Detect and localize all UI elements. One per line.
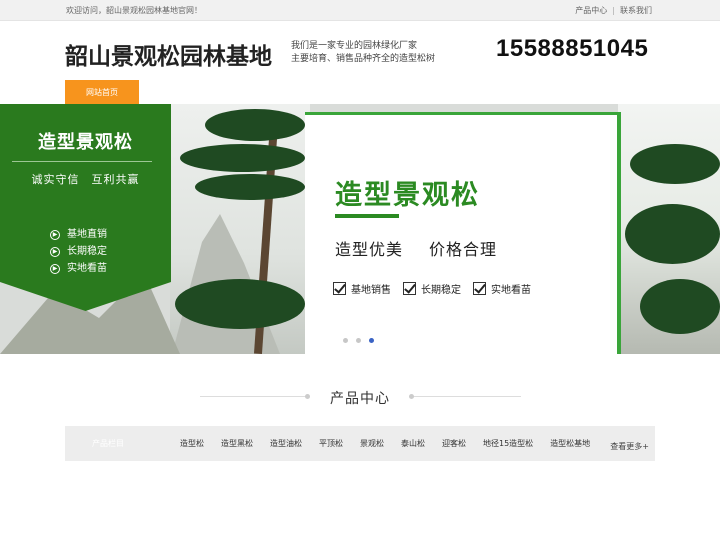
site-slogan: 我们是一家专业的园林绿化厂家 主要培育、销售品种齐全的造型松树 [291, 40, 435, 66]
checkbox-icon [403, 282, 416, 295]
panel-motto: 诚实守信 互利共赢 [31, 173, 140, 186]
card-title: 造型景观松 [335, 180, 480, 211]
check-label: 实地看苗 [491, 285, 531, 296]
pine-canopy [640, 279, 720, 334]
category-link[interactable]: 地径15造型松 [483, 438, 533, 449]
card-slogan-item: 价格合理 [429, 240, 498, 259]
banner-card: 造型景观松 造型优美 价格合理 基地销售 长期稳定 实地看苗 [305, 112, 621, 354]
category-link[interactable]: 泰山松 [401, 438, 425, 449]
chevron-right-icon: ▶ [50, 263, 60, 274]
card-slogan: 造型优美 价格合理 [335, 236, 523, 260]
card-slogan-item: 造型优美 [335, 240, 404, 259]
slogan-line-1: 我们是一家专业的园林绿化厂家 [291, 41, 418, 51]
slide-dot-active[interactable] [369, 338, 374, 343]
welcome-text: 欢迎访问，韶山景观松园林基地官网！ [66, 6, 202, 15]
pine-canopy [195, 174, 305, 200]
hero-banner[interactable]: 造型景观松 诚实守信 互利共赢 ▶ 基地直销 ▶ 长期稳定 ▶ 实地看苗 造型景观松 … [0, 104, 720, 354]
pine-canopy [625, 204, 720, 264]
check-item: 基地销售 [333, 281, 391, 296]
site-header: 韶山景观松园林基地 我们是一家专业的园林绿化厂家 主要培育、销售品种齐全的造型松… [0, 21, 720, 105]
heading-line-right [409, 394, 521, 399]
slide-indicators [343, 338, 382, 343]
check-label: 长期稳定 [421, 285, 461, 296]
pine-canopy [205, 109, 305, 141]
slide-dot[interactable] [356, 338, 361, 343]
category-link[interactable]: 造型松 [180, 438, 204, 449]
panel-feature: ▶ 基地直销 [50, 226, 107, 243]
products-section-heading: 产品中心 [0, 386, 720, 407]
top-link-contact[interactable]: 联系我们 [620, 6, 652, 15]
slogan-line-2: 主要培育、销售品种齐全的造型松树 [291, 54, 436, 64]
card-checklist: 基地销售 长期稳定 实地看苗 [333, 281, 543, 296]
panel-feature-label: 基地直销 [67, 229, 107, 240]
hotline-phone: 15588851045 [496, 35, 649, 62]
category-link[interactable]: 造型油松 [270, 438, 302, 449]
category-link[interactable]: 造型黑松 [221, 438, 253, 449]
nav-home-button[interactable]: 网站首页 [65, 80, 139, 105]
top-links: 产品中心 | 联系我们 [575, 5, 652, 16]
category-list: 造型松 造型黑松 造型油松 平顶松 景观松 泰山松 迎客松 地径15造型松 造型… [180, 426, 607, 461]
panel-feature: ▶ 长期稳定 [50, 243, 107, 260]
panel-feature-list: ▶ 基地直销 ▶ 长期稳定 ▶ 实地看苗 [50, 226, 107, 277]
category-bar: 产品栏目 造型松 造型黑松 造型油松 平顶松 景观松 泰山松 迎客松 地径15造… [65, 426, 655, 461]
heading-dot [409, 394, 414, 399]
category-link[interactable]: 景观松 [360, 438, 384, 449]
panel-feature-label: 长期稳定 [67, 246, 107, 257]
view-more-link[interactable]: 查看更多+ [610, 441, 649, 452]
category-link[interactable]: 造型松基地 [550, 438, 590, 449]
banner-left-panel: 造型景观松 诚实守信 互利共赢 ▶ 基地直销 ▶ 长期稳定 ▶ 实地看苗 [0, 104, 171, 311]
chevron-right-icon: ▶ [50, 229, 60, 240]
checkbox-icon [473, 282, 486, 295]
top-bar: 欢迎访问，韶山景观松园林基地官网！ 产品中心 | 联系我们 [0, 0, 720, 21]
panel-title: 造型景观松 [38, 132, 133, 153]
panel-divider [12, 161, 152, 162]
top-link-products[interactable]: 产品中心 [575, 6, 607, 15]
check-label: 基地销售 [351, 285, 391, 296]
site-title[interactable]: 韶山景观松园林基地 [65, 37, 272, 71]
panel-feature: ▶ 实地看苗 [50, 260, 107, 277]
category-link[interactable]: 迎客松 [442, 438, 466, 449]
section-title: 产品中心 [330, 391, 390, 407]
top-link-separator: | [612, 6, 615, 15]
pine-canopy [180, 144, 305, 172]
slide-dot[interactable] [343, 338, 348, 343]
pine-canopy [630, 144, 720, 184]
category-label: 产品栏目 [92, 439, 124, 448]
check-item: 实地看苗 [473, 281, 531, 296]
panel-feature-label: 实地看苗 [67, 263, 107, 274]
card-underline [335, 214, 399, 218]
category-link[interactable]: 平顶松 [319, 438, 343, 449]
chevron-right-icon: ▶ [50, 246, 60, 257]
pine-canopy [175, 279, 305, 329]
check-item: 长期稳定 [403, 281, 461, 296]
checkbox-icon [333, 282, 346, 295]
